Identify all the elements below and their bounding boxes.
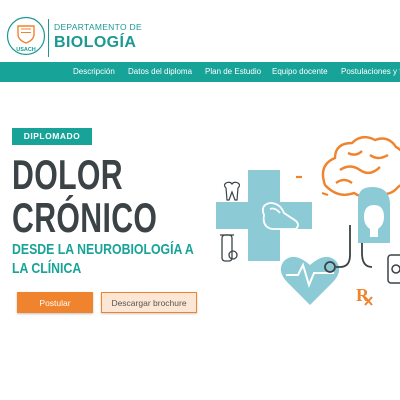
prescription-icon: R [356,285,373,306]
heart-pulse-icon [280,256,340,305]
page-subtitle: DESDE LA NEUROBIOLOGÍA A LA CLÍNICA [12,241,194,277]
postular-button[interactable]: Postular [17,292,93,313]
logo-text: USACH [16,47,36,53]
download-brochure-button[interactable]: Descargar brochure [101,292,197,313]
lightbulb-icon [358,187,390,243]
logo-divider [48,19,49,57]
nav-item-datos-diploma[interactable]: Datos del diploma [128,67,192,76]
nav-item-equipo-docente[interactable]: Equipo docente [272,67,328,76]
usach-logo[interactable]: USACH [6,16,46,56]
nav-item-plan-estudio[interactable]: Plan de Estudio [205,67,261,76]
diplomado-badge: DIPLOMADO [12,128,92,145]
page-title-line1: DOLOR [12,151,123,198]
dept-name-line1: DEPARTAMENTO DE [54,22,142,32]
site-header: USACH DEPARTAMENTO DE BIOLOGÍA [0,0,400,62]
dept-name-line2: BIOLOGÍA [54,34,137,51]
tooth-icon [223,181,241,201]
nav-item-postulaciones[interactable]: Postulaciones y fo [341,67,400,76]
device-icon [387,254,400,284]
main-nav: Descripción Datos del diploma Plan de Es… [0,62,400,82]
nav-item-descripcion[interactable]: Descripción [73,67,115,76]
test-tube-icon [220,234,238,262]
page-title-line2: CRÓNICO [12,194,158,241]
brain-icon [321,135,400,199]
medical-illustration: R [216,135,400,306]
